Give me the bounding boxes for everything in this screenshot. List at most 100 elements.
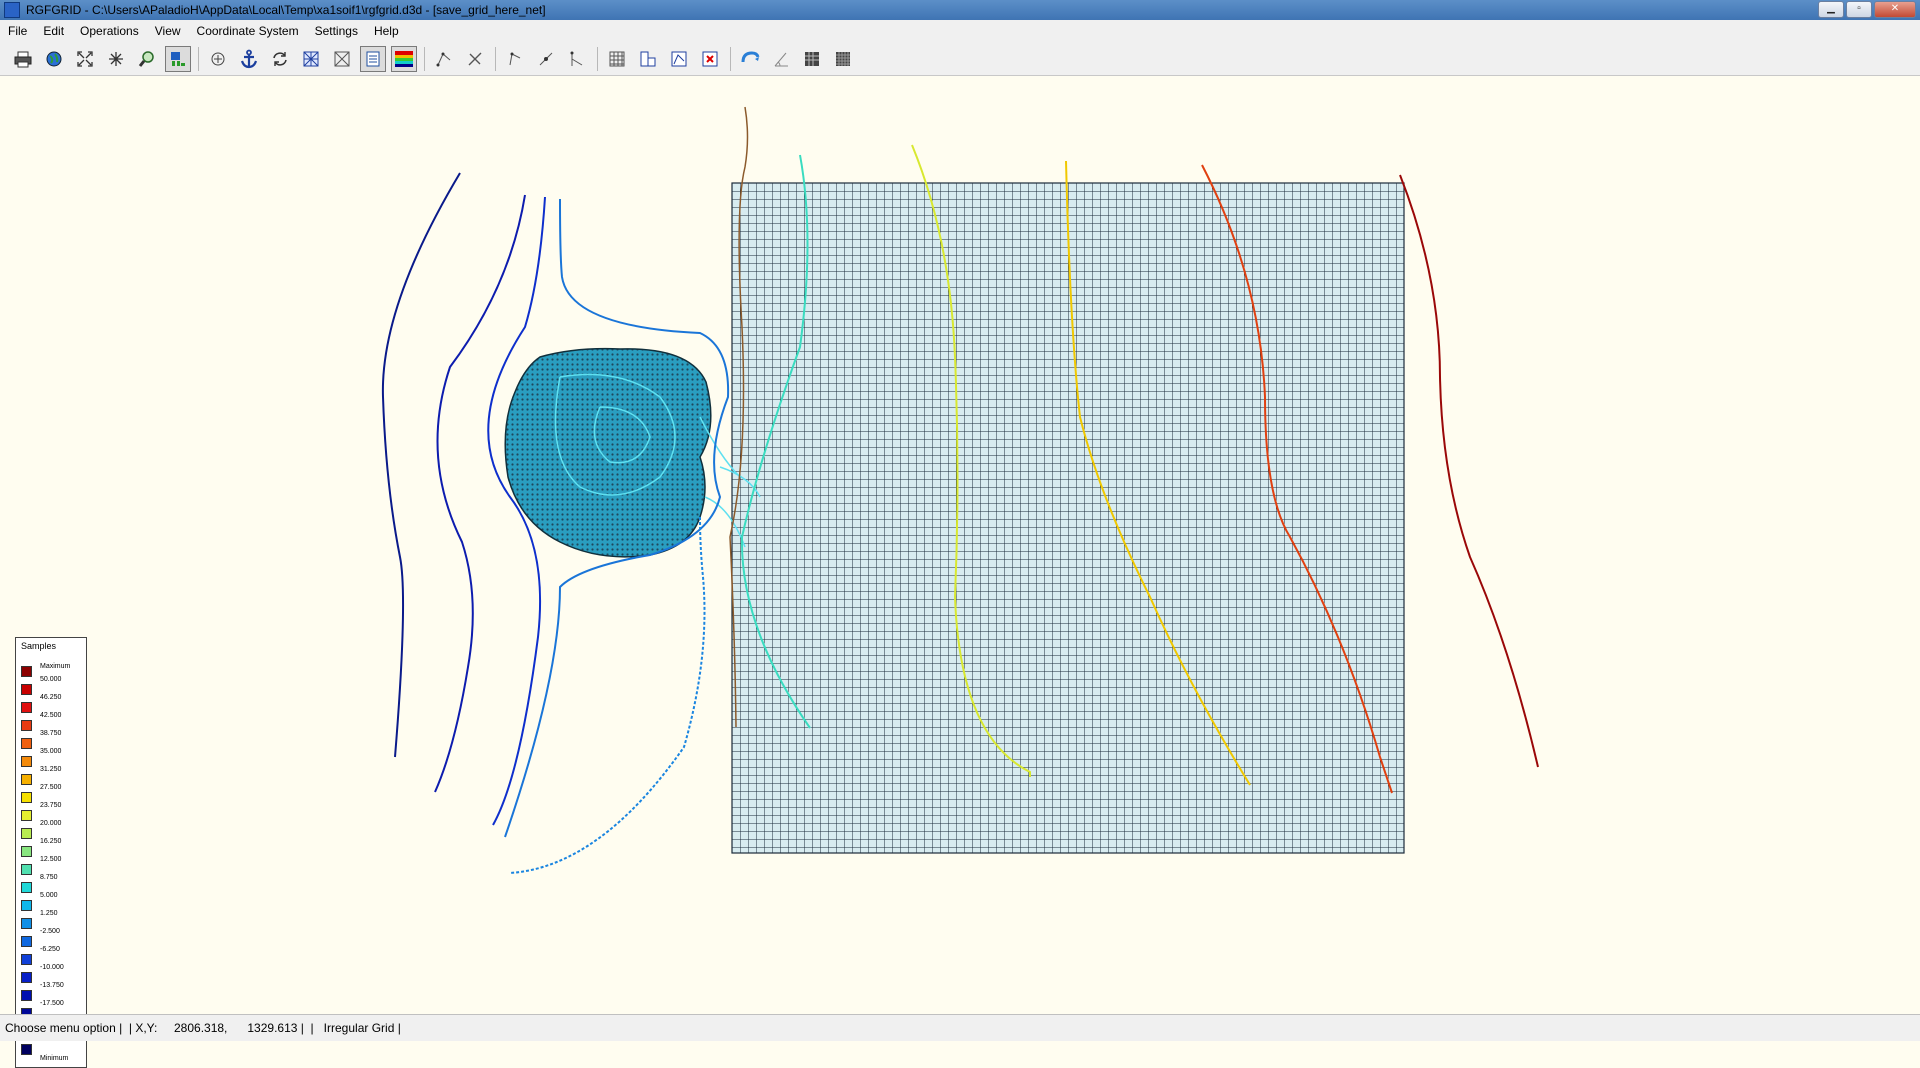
- spline-point-icon: [509, 52, 521, 65]
- legend-swatch: [21, 900, 32, 911]
- domain-button[interactable]: [635, 46, 661, 72]
- legend-value-label: -6.250: [40, 946, 60, 953]
- measure-icon: [774, 52, 788, 66]
- spline-split-button[interactable]: [564, 46, 590, 72]
- grid-tree-button[interactable]: [165, 45, 191, 72]
- minimize-button[interactable]: ▁: [1818, 1, 1844, 18]
- grid-lines: [732, 183, 1404, 853]
- legend-swatch: [21, 882, 32, 893]
- legend-swatch: [21, 666, 32, 677]
- legend-swatch: [21, 720, 32, 731]
- spline-add-button[interactable]: [431, 46, 457, 72]
- print-button[interactable]: [10, 46, 36, 72]
- legend-value-label: 5.000: [40, 892, 58, 899]
- anchor-button[interactable]: [236, 46, 262, 72]
- menu-file[interactable]: File: [0, 24, 35, 38]
- legend-swatch: [21, 774, 32, 785]
- orthogonalize-button[interactable]: [737, 46, 763, 72]
- zoom-out-button[interactable]: [103, 46, 129, 72]
- legend-value-label: 16.250: [40, 838, 62, 845]
- legend-swatch: [21, 972, 32, 983]
- legend-swatch: [21, 990, 32, 1001]
- legend-value-label: 27.500: [40, 784, 62, 791]
- legend-value-label: 50.000: [40, 676, 62, 683]
- spline-add-icon: [436, 52, 451, 66]
- measure-button[interactable]: [768, 46, 794, 72]
- refresh-button[interactable]: [267, 46, 293, 72]
- toolbar-separator: [424, 46, 425, 71]
- status-message: Choose menu option | | X,Y: 2806.318, 13…: [5, 1021, 401, 1035]
- menu-edit[interactable]: Edit: [35, 24, 72, 38]
- legend-value-label: 1.250: [40, 910, 58, 917]
- legend-max-label: Maximum: [40, 663, 71, 670]
- map-canvas[interactable]: Samples Maximum 50.000 46.250 42.500 38.750…: [0, 77, 1920, 1068]
- list-button[interactable]: [360, 45, 386, 72]
- grid-view[interactable]: [0, 77, 1920, 1012]
- spline-move-icon: [539, 52, 553, 65]
- grid-button[interactable]: [604, 46, 630, 72]
- legend-swatch: [21, 1044, 32, 1055]
- legend-swatch: [21, 936, 32, 947]
- maximize-button[interactable]: ▫: [1846, 1, 1872, 18]
- print-icon: [14, 51, 32, 67]
- close-button[interactable]: ✕: [1874, 1, 1916, 18]
- spline-delete-button[interactable]: [462, 46, 488, 72]
- legend-swatch: [21, 864, 32, 875]
- spline-point-button[interactable]: [502, 46, 528, 72]
- zoom-extent-icon: [77, 50, 93, 67]
- zoom-out-icon: [109, 51, 123, 66]
- orthogonalize-icon: [741, 50, 760, 62]
- spline-delete-icon: [468, 52, 482, 65]
- legend-value-label: 42.500: [40, 712, 62, 719]
- zoom-box-button[interactable]: [134, 46, 160, 72]
- list-icon: [366, 51, 380, 66]
- zoom-extent-button[interactable]: [72, 46, 98, 72]
- point-button[interactable]: [205, 46, 231, 72]
- legend-swatch: [21, 756, 32, 767]
- toolbar: [0, 42, 1920, 76]
- zoom-box-icon: [138, 50, 154, 67]
- menu-coordinate-system[interactable]: Coordinate System: [189, 24, 307, 38]
- menu-help[interactable]: Help: [366, 24, 407, 38]
- legend-swatch: [21, 846, 32, 857]
- legend-swatch: [21, 954, 32, 965]
- grid-derefine-icon: [334, 51, 350, 66]
- contour-line: [434, 194, 526, 793]
- app-icon: [4, 2, 20, 18]
- legend-value-label: -10.000: [40, 964, 64, 971]
- menu-view[interactable]: View: [147, 24, 189, 38]
- polygon-icon: [671, 51, 687, 66]
- legend-value-label: -2.500: [40, 928, 60, 935]
- grid-coarse-button[interactable]: [830, 46, 856, 72]
- legend-swatch: [21, 738, 32, 749]
- delete-polygon-button[interactable]: [697, 46, 723, 72]
- grid-icon: [609, 51, 625, 66]
- grid-refine-icon: [303, 51, 319, 66]
- contour-line: [381, 172, 461, 758]
- menu-bar: File Edit Operations View Coordinate Sys…: [0, 20, 1920, 43]
- menu-settings[interactable]: Settings: [307, 24, 366, 38]
- colorscale-button[interactable]: [391, 45, 417, 72]
- grid-fine-button[interactable]: [799, 46, 825, 72]
- legend-swatch: [21, 702, 32, 713]
- legend-value-label: 35.000: [40, 748, 62, 755]
- spline-move-button[interactable]: [533, 46, 559, 72]
- refresh-icon: [273, 51, 287, 66]
- legend-value-label: 20.000: [40, 820, 62, 827]
- legend-value-label: 31.250: [40, 766, 62, 773]
- colorscale-icon: [395, 50, 413, 67]
- toolbar-separator: [597, 46, 598, 71]
- polygon-button[interactable]: [666, 46, 692, 72]
- menu-operations[interactable]: Operations: [72, 24, 147, 38]
- globe-button[interactable]: [41, 46, 67, 72]
- legend-title: Samples: [21, 641, 57, 651]
- window-title: RGFGRID - C:\Users\APaladioH\AppData\Loc…: [26, 3, 546, 17]
- legend-swatch: [21, 792, 32, 803]
- legend-swatch: [21, 918, 32, 929]
- legend-value-label: -17.500: [40, 1000, 64, 1007]
- spline-split-icon: [570, 51, 583, 66]
- grid-refine-button[interactable]: [298, 46, 324, 72]
- toolbar-separator: [495, 46, 496, 71]
- legend-swatch: [21, 684, 32, 695]
- grid-derefine-button[interactable]: [329, 46, 355, 72]
